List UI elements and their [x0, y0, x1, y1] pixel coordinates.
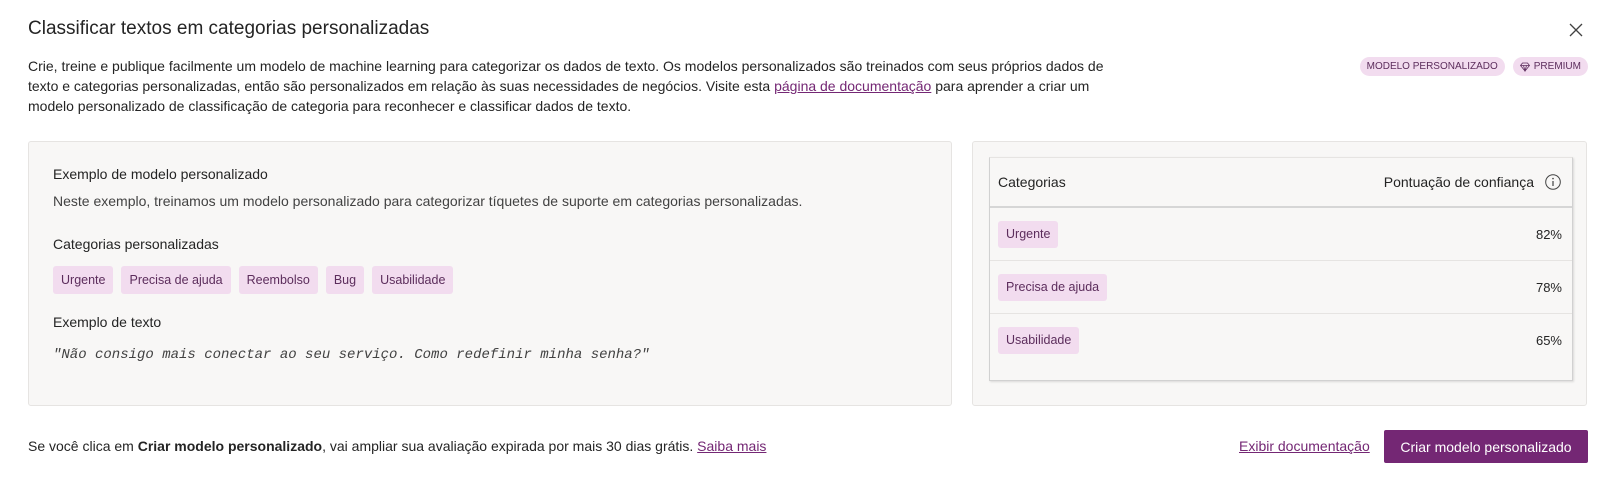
- example-heading: Exemplo de modelo personalizado: [53, 166, 268, 182]
- badges: MODELO PERSONALIZADO PREMIUM: [1359, 57, 1588, 76]
- close-button[interactable]: [1566, 20, 1586, 40]
- results-panel: Categorias Pontuação de confiança Urgent…: [972, 141, 1587, 406]
- custom-model-badge: MODELO PERSONALIZADO: [1359, 57, 1505, 76]
- footer-text-start: Se você clica em: [28, 438, 138, 454]
- table-row: Precisa de ajuda 78%: [990, 261, 1572, 314]
- custom-model-badge-label: MODELO PERSONALIZADO: [1366, 61, 1498, 72]
- info-icon[interactable]: [1544, 173, 1562, 191]
- category-chip-usabilidade: Usabilidade: [372, 266, 454, 294]
- dialog-title: Classificar textos em categorias persona…: [28, 18, 430, 39]
- footer-note: Se você clica em Criar modelo personaliz…: [28, 438, 766, 454]
- example-description: Neste exemplo, treinamos um modelo perso…: [53, 193, 803, 209]
- sample-text-heading: Exemplo de texto: [53, 314, 162, 330]
- confidence-score: 78%: [1535, 279, 1562, 295]
- column-header-confidence-score: Pontuação de confiança: [1383, 174, 1534, 190]
- column-header-categories: Categorias: [998, 174, 1066, 190]
- category-chip-bug: Bug: [325, 266, 365, 294]
- table-row: Usabilidade 65%: [990, 314, 1572, 367]
- custom-categories-heading: Categorias personalizadas: [53, 236, 219, 252]
- category-chips: Urgente Precisa de ajuda Reembolso Bug U…: [53, 266, 454, 294]
- result-category-chip: Usabilidade: [998, 327, 1080, 354]
- premium-badge: PREMIUM: [1512, 57, 1588, 76]
- example-panel: Exemplo de modelo personalizado Neste ex…: [28, 141, 952, 406]
- results-table: Categorias Pontuação de confiança Urgent…: [989, 157, 1573, 381]
- premium-badge-label: PREMIUM: [1533, 61, 1581, 72]
- view-documentation-link[interactable]: Exibir documentação: [1239, 438, 1370, 454]
- result-category-chip: Precisa de ajuda: [998, 273, 1108, 301]
- results-table-header: Categorias Pontuação de confiança: [990, 158, 1572, 208]
- confidence-score: 65%: [1535, 333, 1562, 348]
- documentation-page-link[interactable]: página de documentação: [774, 78, 931, 94]
- table-row: Urgente 82%: [990, 208, 1572, 261]
- create-custom-model-button[interactable]: Criar modelo personalizado: [1384, 430, 1588, 463]
- confidence-score: 82%: [1535, 226, 1562, 242]
- score-header-group: Pontuação de confiança: [1384, 173, 1562, 191]
- category-chip-reembolso: Reembolso: [238, 266, 318, 294]
- footer-text-end: , vai ampliar sua avaliação expirada por…: [322, 438, 698, 454]
- close-icon: [1569, 23, 1583, 37]
- result-category-chip: Urgente: [998, 220, 1059, 248]
- learn-more-link[interactable]: Saiba mais: [697, 438, 766, 454]
- dialog-description: Crie, treine e publique facilmente um mo…: [28, 56, 1118, 116]
- category-chip-urgente: Urgente: [53, 266, 114, 294]
- diamond-icon: [1519, 62, 1530, 72]
- sample-text: "Não consigo mais conectar ao seu serviç…: [53, 347, 650, 363]
- footer-text-bold: Criar modelo personalizado: [137, 438, 323, 454]
- category-chip-precisa-de-ajuda: Precisa de ajuda: [121, 266, 231, 294]
